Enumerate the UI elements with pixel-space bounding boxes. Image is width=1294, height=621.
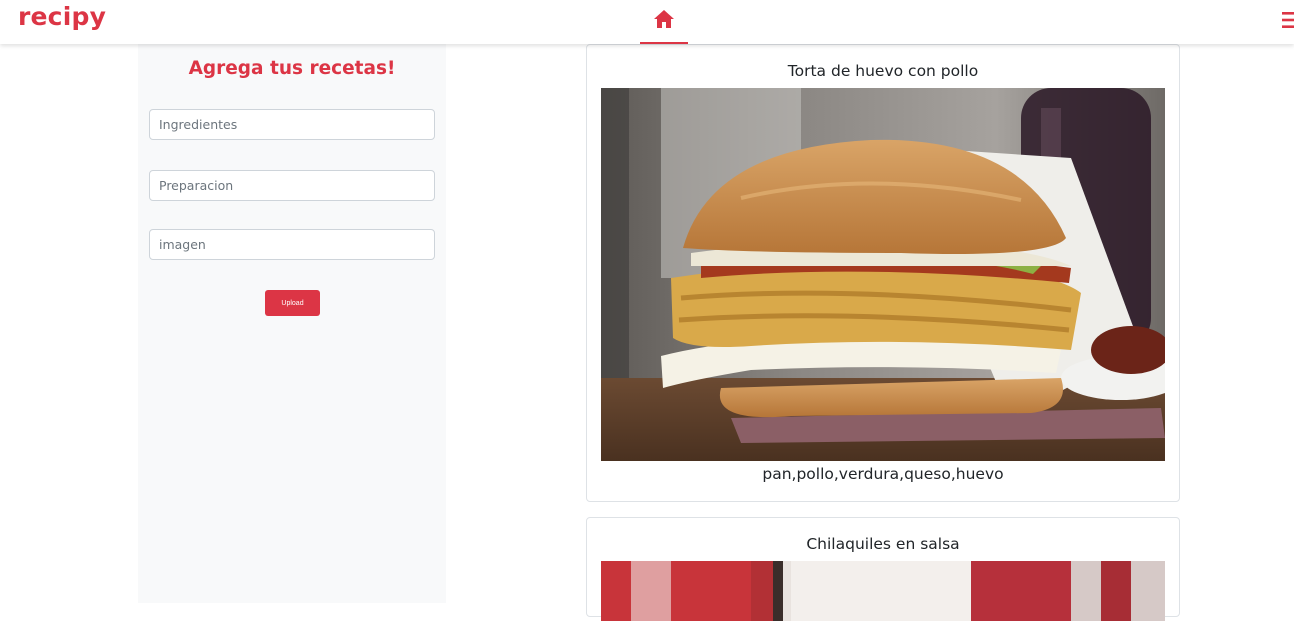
image-input[interactable] [149, 229, 435, 260]
add-recipe-panel: Agrega tus recetas! Upload [138, 44, 446, 603]
recipe-title: Torta de huevo con pollo [787, 62, 979, 80]
active-tab-indicator [640, 42, 688, 44]
recipe-card: Torta de huevo con pollo pan,pollo,verdu… [586, 44, 1180, 502]
recipe-card: Chilaquiles en salsa [586, 517, 1180, 621]
recipe-title: Chilaquiles en salsa [806, 535, 960, 553]
preparation-input[interactable] [149, 170, 435, 201]
ingredients-input[interactable] [149, 109, 435, 140]
upload-button[interactable]: Upload [265, 290, 320, 316]
recipe-image [601, 561, 1165, 621]
home-icon [654, 10, 674, 28]
nav-tab-home[interactable] [640, 0, 688, 44]
recipe-image [601, 88, 1165, 461]
recipe-ingredients: pan,pollo,verdura,queso,huevo [762, 465, 1004, 483]
brand-logo[interactable]: recipy [18, 2, 106, 32]
hamburger-menu-icon[interactable] [1280, 10, 1294, 30]
panel-title: Agrega tus recetas! [188, 58, 396, 79]
top-navbar: recipy [0, 0, 1294, 44]
